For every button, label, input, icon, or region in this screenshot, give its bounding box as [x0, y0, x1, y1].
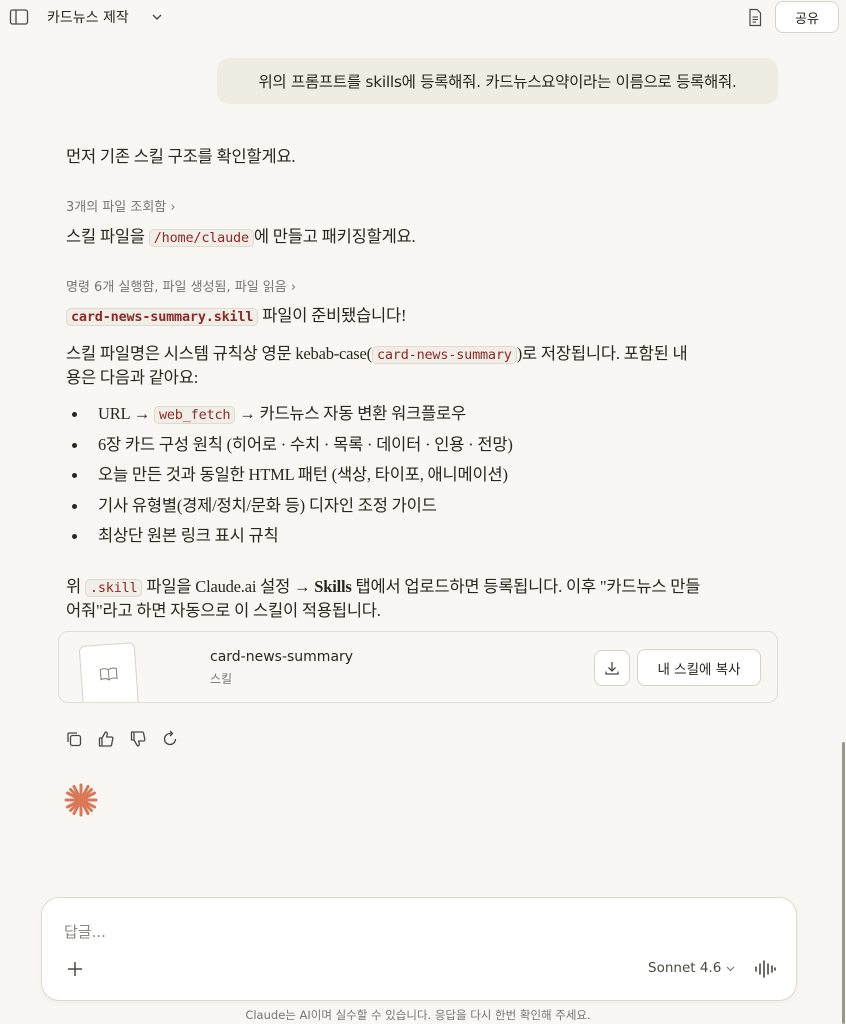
user-message: 위의 프롬프트를 skills에 등록해줘. 카드뉴스요약이라는 이름으로 등록… — [217, 58, 778, 104]
book-icon — [99, 667, 118, 681]
thumbs-down-icon[interactable] — [129, 730, 147, 748]
message-composer: Sonnet 4.6 — [41, 897, 797, 1001]
inline-code: card-news-summary.skill — [66, 308, 259, 326]
assistant-paragraph-5-line-1: 위 .skill 파일을 Claude.ai 설정 → Skills 탭에서 업… — [66, 577, 701, 597]
copy-to-my-skills-button[interactable]: 내 스킬에 복사 — [637, 649, 761, 686]
voice-waveform-icon[interactable] — [754, 959, 776, 979]
inline-code: /home/claude — [148, 229, 254, 247]
disclaimer-text: Claude는 AI이며 실수할 수 있습니다. 응답을 다시 한번 확인해 주… — [245, 1008, 591, 1022]
retry-icon[interactable] — [161, 730, 179, 748]
reply-input[interactable] — [64, 920, 764, 944]
file-name: card-news-summary — [210, 649, 354, 665]
inline-code: web_fetch — [153, 406, 236, 424]
share-button[interactable]: 공유 — [775, 1, 839, 33]
assistant-paragraph-5-line-2: 어줘"라고 하면 자동으로 이 스킬이 적용됩니다. — [66, 601, 381, 620]
download-icon — [605, 662, 619, 675]
document-icon[interactable] — [746, 8, 764, 27]
inline-code: card-news-summary — [371, 346, 517, 364]
copy-icon[interactable] — [65, 730, 83, 748]
assistant-paragraph-2: 스킬 파일을 /home/claude 에 만들고 패키징할게요. — [66, 227, 416, 247]
conversation-title[interactable]: 카드뉴스 제작 — [47, 7, 129, 27]
thumbs-up-icon[interactable] — [97, 730, 115, 748]
scrollbar-thumb[interactable] — [842, 742, 845, 1024]
top-bar: 카드뉴스 제작 공유 — [0, 0, 846, 34]
chevron-down-icon — [726, 966, 735, 971]
tool-summary-files-viewed[interactable]: 3개의 파일 조회함 › — [66, 196, 176, 215]
plus-icon[interactable] — [66, 960, 84, 978]
claude-logo-icon — [64, 783, 98, 817]
assistant-paragraph-4-line-2: 용은 다음과 같아요: — [66, 368, 199, 387]
sidebar-toggle-icon[interactable] — [9, 8, 29, 26]
file-type: 스킬 — [210, 672, 233, 686]
download-button[interactable] — [594, 650, 630, 686]
file-thumbnail — [78, 642, 140, 702]
model-name: Sonnet 4.6 — [648, 960, 722, 976]
model-selector[interactable]: Sonnet 4.6 — [648, 960, 736, 976]
assistant-paragraph-3: card-news-summary.skill 파일이 준비됐습니다! — [66, 304, 407, 329]
tool-summary-commands[interactable]: 명령 6개 실행함, 파일 생성됨, 파일 읽음 › — [66, 276, 296, 295]
assistant-paragraph-4-line-1: 스킬 파일명은 시스템 규칙상 영문 kebab-case(card-news-… — [66, 344, 688, 364]
skill-file-card[interactable]: card-news-summary 스킬 내 스킬에 복사 — [58, 631, 778, 703]
inline-code: .skill — [84, 579, 143, 597]
chevron-down-icon[interactable] — [150, 10, 164, 24]
assistant-paragraph-1: 먼저 기존 스킬 구조를 확인할게요. — [66, 147, 296, 166]
